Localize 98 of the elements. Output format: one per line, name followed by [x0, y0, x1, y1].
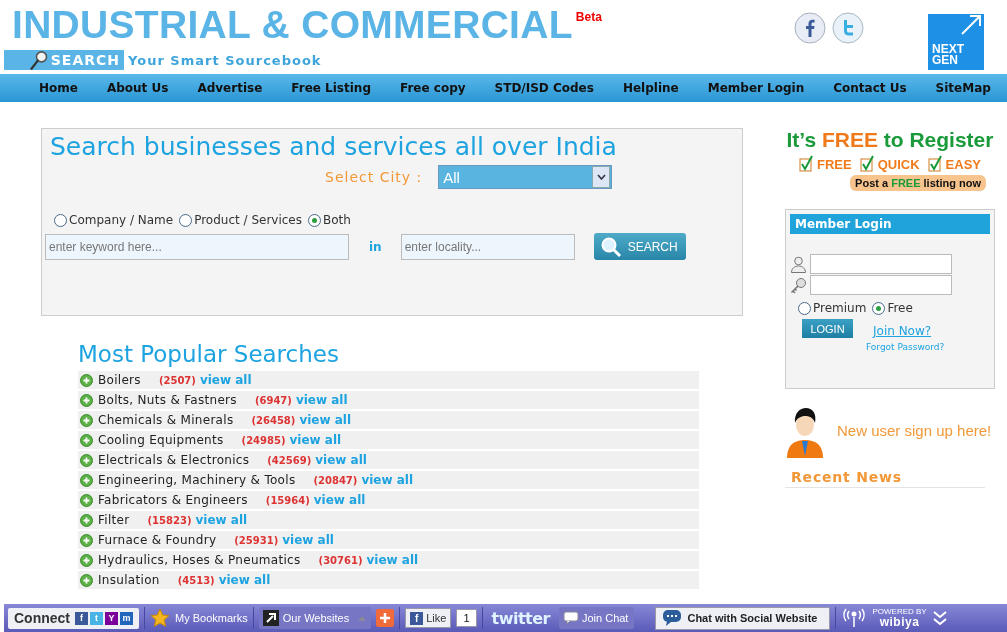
username-field[interactable] — [810, 254, 952, 274]
category-name[interactable]: Cooling Equipments — [98, 433, 224, 447]
listing-count: (25931) — [234, 534, 279, 546]
category-name[interactable]: Engineering, Machinery & Tools — [98, 473, 296, 487]
expand-icon[interactable] — [80, 393, 93, 407]
radio-button[interactable] — [54, 213, 67, 227]
chat-button[interactable]: Chat with Social Website — [655, 606, 831, 630]
recent-news-heading: Recent News — [785, 469, 985, 488]
register-heading: It’s FREE to Register — [785, 128, 995, 152]
facebook-icon[interactable] — [794, 12, 826, 44]
expand-icon[interactable] — [80, 553, 93, 567]
expand-icon[interactable] — [80, 513, 93, 527]
radio-label[interactable]: Free — [887, 301, 913, 315]
websites-menu[interactable]: Our Websites — [258, 607, 372, 629]
search-icon[interactable] — [599, 235, 622, 258]
expand-icon[interactable] — [80, 453, 93, 467]
expand-icon[interactable] — [80, 573, 93, 587]
star-icon[interactable] — [150, 608, 170, 628]
radio-label[interactable]: Product / Services — [194, 213, 302, 227]
nav-link[interactable]: Free Listing — [291, 81, 371, 95]
in-label: in — [369, 239, 382, 254]
radio-label[interactable]: Company / Name — [69, 213, 174, 227]
radio-button[interactable] — [308, 213, 321, 227]
category-name[interactable]: Insulation — [98, 573, 160, 587]
listing-count: (20847) — [313, 474, 358, 486]
like-button[interactable]: f Like — [405, 608, 452, 628]
radio-label[interactable]: Premium — [813, 301, 867, 315]
nav-link[interactable]: SiteMap — [935, 81, 991, 95]
login-title: Member Login — [790, 214, 990, 234]
magnifier-icon — [28, 50, 49, 70]
listing-count: (4513) — [177, 574, 215, 586]
radio-button[interactable] — [798, 301, 811, 315]
twitter-icon[interactable] — [832, 12, 864, 44]
nextgen-logo: NEXT GEN — [928, 14, 984, 70]
logo-title: INDUSTRIAL & COMMERCIAL — [12, 4, 573, 46]
radio-button[interactable] — [872, 301, 886, 315]
listing-count: (24985) — [241, 434, 286, 446]
logo-search-label: SEARCH — [50, 51, 120, 69]
category-name[interactable]: Furnace & Foundry — [98, 533, 217, 547]
radio-button[interactable] — [179, 213, 193, 227]
bookmarks-link[interactable]: My Bookmarks — [175, 612, 248, 624]
benefit-label: EASY — [945, 157, 981, 172]
listing-count: (26458) — [251, 414, 296, 426]
category-name[interactable]: Bolts, Nuts & Fastners — [98, 393, 237, 407]
expand-icon[interactable] — [80, 473, 93, 487]
arrow-icon[interactable] — [262, 610, 279, 626]
tagline: Your Smart Sourcebook — [128, 52, 322, 70]
listing-count: (2507) — [158, 374, 196, 386]
city-label: Select City : — [325, 169, 423, 185]
nav-link[interactable]: Helpline — [622, 81, 679, 95]
login-button[interactable]: LOGIN — [802, 319, 853, 338]
expand-icon[interactable] — [80, 533, 93, 547]
category-name[interactable]: Chemicals & Minerals — [98, 413, 234, 427]
caret-icon[interactable] — [596, 174, 606, 180]
locality-field[interactable]: enter locality... — [400, 233, 575, 260]
expand-icon[interactable] — [80, 373, 93, 387]
keyword-field[interactable]: enter keyword here... — [45, 233, 349, 260]
expand-icon[interactable] — [80, 413, 93, 427]
chat-bubble-icon[interactable] — [562, 611, 579, 625]
category-name[interactable]: Filter — [98, 513, 130, 527]
nav-link[interactable]: STD/ISD Codes — [494, 81, 594, 95]
plus-icon[interactable] — [376, 609, 395, 627]
section-title: Most Popular Searches — [78, 340, 340, 368]
connect-button[interactable]: Connect f t Y m — [8, 607, 139, 629]
expand-icon[interactable] — [80, 493, 93, 507]
listing-count: (42569) — [267, 454, 312, 466]
key-icon — [790, 276, 807, 294]
nav-link[interactable]: Free copy — [400, 81, 466, 95]
search-title: Search businesses and services all over India — [50, 133, 618, 161]
password-field[interactable] — [810, 275, 952, 295]
chat-bubble-icon[interactable] — [662, 609, 683, 627]
listing-count: (15823) — [147, 514, 192, 526]
category-name[interactable]: Boilers — [98, 373, 141, 387]
collapse-icon[interactable] — [931, 609, 948, 627]
listing-count: (30761) — [318, 554, 363, 566]
join-chat-button[interactable]: Join Chat — [558, 607, 635, 629]
category-name[interactable]: Hydraulics, Hoses & Pneumatics — [98, 553, 301, 567]
brand-name[interactable]: wibiya — [879, 616, 920, 628]
like-count: 1 — [456, 609, 477, 627]
post-listing-button[interactable]: Post a FREE listing now — [850, 175, 986, 191]
nav-link[interactable]: Advertise — [197, 81, 263, 95]
benefit-label: FREE — [817, 157, 852, 172]
nav-link[interactable]: Member Login — [707, 81, 805, 95]
listing-count: (6947) — [254, 394, 292, 406]
nav-link[interactable]: Contact Us — [833, 81, 907, 95]
benefit-label: QUICK — [877, 157, 920, 172]
expand-icon[interactable] — [80, 433, 93, 447]
listing-count: (15964) — [265, 494, 310, 506]
category-name[interactable]: Fabricators & Engineers — [98, 493, 248, 507]
category-name[interactable]: Electricals & Electronics — [98, 453, 250, 467]
user-icon — [790, 255, 807, 273]
beta-label: Beta — [575, 10, 602, 24]
broadcast-icon[interactable] — [841, 608, 868, 628]
radio-label[interactable]: Both — [323, 213, 351, 227]
nav-link[interactable]: Home — [39, 81, 78, 95]
twitter-logo[interactable]: twitter — [487, 608, 554, 628]
powered-by-label: POWERED BY — [872, 608, 927, 616]
nav-link[interactable]: About Us — [106, 81, 169, 95]
